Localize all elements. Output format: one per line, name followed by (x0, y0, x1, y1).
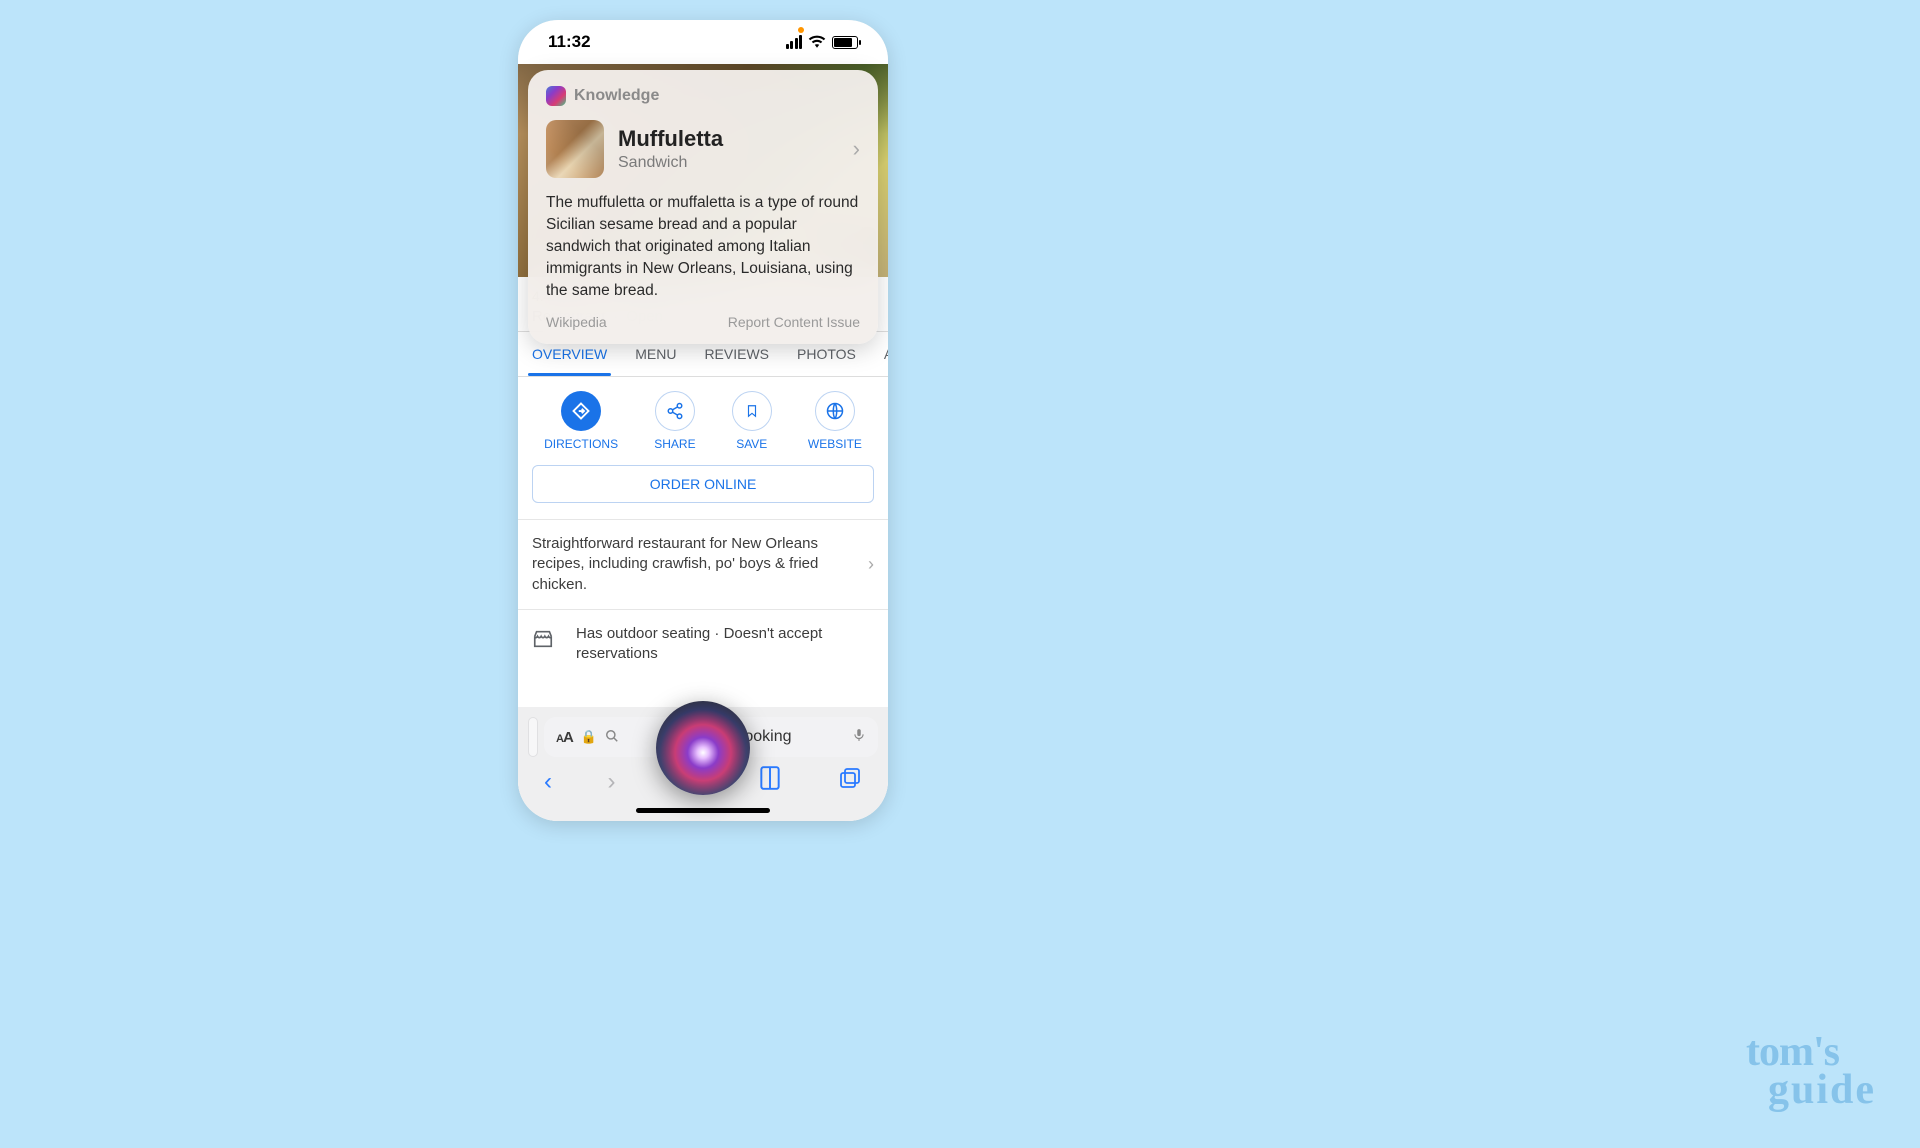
home-indicator[interactable] (636, 808, 770, 813)
knowledge-source[interactable]: Wikipedia (546, 314, 607, 330)
cellular-signal-icon (786, 35, 803, 49)
battery-icon (832, 36, 858, 49)
siri-app-icon (546, 86, 566, 106)
status-bar: 11:32 (518, 20, 888, 64)
status-time: 11:32 (548, 32, 591, 51)
knowledge-subtitle: Sandwich (618, 154, 839, 172)
text-size-button[interactable]: AA (556, 729, 573, 746)
save-label: SAVE (736, 437, 767, 451)
share-button[interactable]: SHARE (654, 391, 695, 451)
website-label: WEBSITE (808, 437, 862, 451)
share-label: SHARE (654, 437, 695, 451)
website-button[interactable]: WEBSITE (808, 391, 862, 451)
search-icon (605, 729, 619, 746)
share-icon (655, 391, 695, 431)
bookmark-icon (732, 391, 772, 431)
knowledge-body: The muffuletta or muffaletta is a type o… (546, 192, 860, 302)
directions-button[interactable]: DIRECTIONS (544, 391, 618, 451)
features-row[interactable]: Has outdoor seating · Doesn't accept res… (518, 609, 888, 679)
chevron-right-icon[interactable]: › (853, 136, 860, 162)
actions-row: DIRECTIONS SHARE SAVE WEBSITE (518, 377, 888, 459)
knowledge-title: Muffuletta (618, 126, 839, 152)
report-content-link[interactable]: Report Content Issue (728, 314, 860, 330)
back-button[interactable]: ‹ (544, 768, 552, 796)
tab-about[interactable]: ABOUT (870, 332, 888, 376)
lock-icon: 🔒 (581, 729, 597, 745)
tabs-button[interactable] (838, 766, 862, 797)
previous-tab-sliver[interactable] (528, 717, 538, 757)
features-text: Has outdoor seating · Doesn't accept res… (576, 625, 822, 662)
microphone-icon[interactable] (852, 726, 866, 749)
wifi-icon (808, 34, 826, 51)
forward-button: › (608, 768, 616, 796)
save-button[interactable]: SAVE (732, 391, 772, 451)
microphone-indicator-dot (798, 27, 804, 33)
siri-orb[interactable] (656, 701, 750, 795)
directions-icon (561, 391, 601, 431)
watermark-line2: guide (1768, 1072, 1876, 1110)
iphone-screen: 4.4 ★★★★★ (1.1K) $10–20 Restaurant · Ope… (518, 20, 888, 821)
siri-knowledge-card[interactable]: Knowledge Muffuletta Sandwich › The muff… (528, 70, 878, 344)
bookmarks-button[interactable] (757, 765, 783, 798)
description-text: Straightforward restaurant for New Orlea… (532, 535, 818, 593)
globe-icon (815, 391, 855, 431)
description-row[interactable]: Straightforward restaurant for New Orlea… (518, 519, 888, 609)
watermark-logo: tom's guide (1746, 1034, 1876, 1110)
chevron-right-icon: › (868, 552, 874, 576)
directions-label: DIRECTIONS (544, 437, 618, 451)
card-header-title: Knowledge (574, 87, 659, 105)
knowledge-thumbnail (546, 120, 604, 178)
order-online-button[interactable]: ORDER ONLINE (532, 465, 874, 503)
storefront-icon (532, 628, 554, 658)
